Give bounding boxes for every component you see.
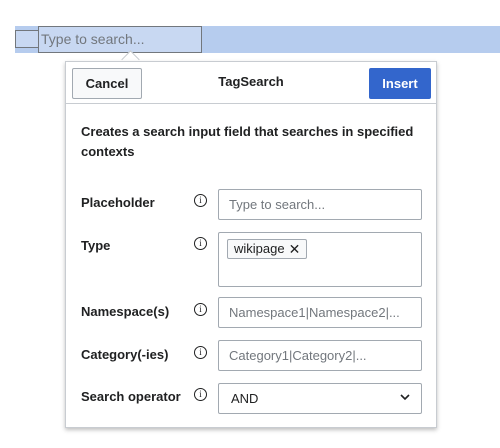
search-operator-info-icon[interactable]: i — [194, 388, 207, 401]
categories-field[interactable]: Category1|Category2|... — [218, 340, 422, 371]
namespaces-label: Namespace(s) — [81, 304, 170, 319]
categories-info-icon[interactable]: i — [194, 346, 207, 359]
dialog-description: Creates a search input field that search… — [81, 124, 414, 159]
namespaces-info-icon[interactable]: i — [194, 303, 207, 316]
placeholder-label: Placeholder — [81, 195, 155, 210]
inline-search-input[interactable]: Type to search... — [38, 26, 202, 53]
tagsearch-dialog: Cancel TagSearch Insert Creates a search… — [65, 61, 437, 428]
chevron-down-icon — [400, 394, 410, 401]
type-field[interactable]: wikipage ✕ — [218, 232, 422, 287]
type-label: Type — [81, 238, 111, 253]
search-operator-label: Search operator — [81, 389, 181, 404]
widget-handle[interactable] — [15, 30, 39, 48]
categories-label: Category(-ies) — [81, 347, 169, 362]
insert-button[interactable]: Insert — [369, 68, 431, 99]
cancel-button[interactable]: Cancel — [72, 68, 142, 99]
type-tag: wikipage ✕ — [227, 239, 308, 259]
namespaces-field[interactable]: Namespace1|Namespace2|... — [218, 297, 422, 328]
search-operator-select[interactable]: AND — [218, 383, 422, 414]
search-operator-value: AND — [231, 391, 259, 406]
placeholder-info-icon[interactable]: i — [194, 194, 207, 207]
dialog-title: TagSearch — [218, 74, 284, 89]
placeholder-field[interactable]: Type to search... — [218, 189, 422, 220]
type-info-icon[interactable]: i — [194, 237, 207, 250]
tag-remove-icon[interactable]: ✕ — [289, 240, 301, 258]
editor-page: Type to search... Cancel TagSearch Inser… — [0, 0, 500, 448]
type-tag-label: wikipage — [234, 241, 285, 256]
dialog-header: Cancel TagSearch Insert — [66, 62, 436, 104]
